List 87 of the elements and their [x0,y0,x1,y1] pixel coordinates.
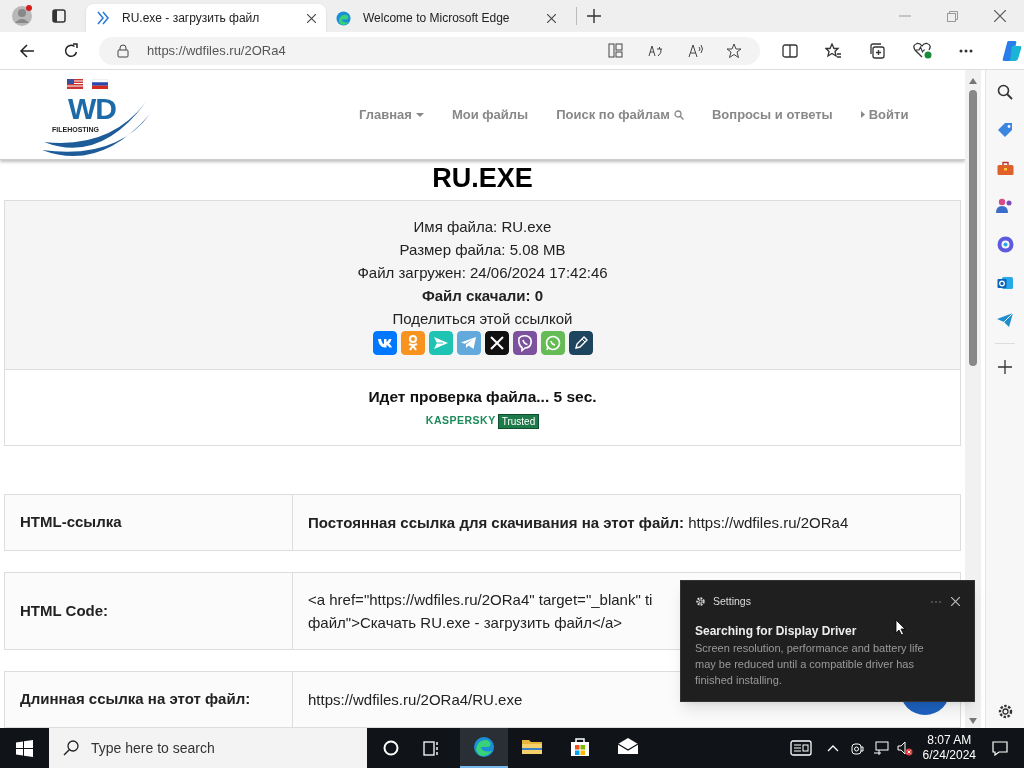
file-info-line: Файл загружен: 24/06/2024 17:42:46 [357,263,608,283]
nav-link[interactable]: Поиск по файлам [556,104,684,125]
ring-icon[interactable] [996,236,1014,253]
back-icon[interactable] [19,42,35,59]
download-count: Файл скачали: 0 [421,286,544,306]
camera-icon[interactable] [850,740,864,756]
pencil-share-button[interactable] [568,331,593,355]
notification-title: Searching for Display Driver [695,622,857,640]
nav-link[interactable]: Войти [860,104,909,125]
shopping-bag-icon [568,735,592,759]
favorite-star-icon[interactable] [726,42,742,59]
address-bar[interactable]: https://wdfiles.ru/2ORa4 [98,36,760,65]
copilot-icon[interactable] [1000,38,1024,63]
cortana-icon[interactable] [383,740,399,756]
flag-ru-icon[interactable] [92,79,108,89]
url-text: https://wdfiles.ru/2ORa4 [146,41,286,60]
search-icon [63,740,79,756]
search-icon[interactable] [997,84,1013,100]
x-share-button[interactable] [484,331,509,355]
nav-link[interactable]: Вопросы и ответы [711,104,833,125]
settings-icon[interactable] [996,703,1014,720]
volume-muted-icon[interactable] [896,740,913,756]
link-label: HTML Code: [20,600,109,621]
link-value: https://wdfiles.ru/2ORa4/RU.exe [308,690,523,710]
file-info-line: Имя файла: RU.exe [413,217,552,237]
browser-tab[interactable]: Welcome to Microsoft Edge [326,4,566,32]
scroll-down-icon[interactable] [969,718,977,724]
file-info-line: Размер файла: 5.08 MB [399,240,566,260]
lock-icon[interactable] [116,43,129,58]
split-screen-icon[interactable] [782,42,798,59]
chevron-up-icon[interactable] [826,744,839,752]
heart-pulse-icon[interactable] [913,42,932,59]
close-icon[interactable] [951,597,960,607]
notification-app-name: Settings [713,594,751,609]
link-value: Постоянная ссылка для скачивания на этот файл: https://wdfiles.ru/2ORa4 [308,513,849,533]
refresh-icon[interactable] [62,42,79,59]
link-label: HTML-ссылка [20,512,122,533]
close-icon[interactable] [547,13,556,23]
close-icon[interactable] [307,13,316,23]
taskbar-app-button[interactable] [460,728,508,768]
briefcase-icon[interactable] [996,161,1014,176]
collections-icon[interactable] [869,42,886,59]
task-view-icon[interactable] [423,740,440,756]
network-icon[interactable] [872,740,889,756]
search-icon [673,109,684,120]
mouse-cursor-icon [895,619,906,636]
close-icon[interactable] [994,10,1006,22]
browser-logo-icon [472,735,496,759]
flag-us-icon[interactable] [67,79,83,89]
check-status-text: Идет проверка файла... 5 sec. [368,387,597,407]
trusted-badge: KASPERSKY Trusted [425,413,540,429]
link-label: Длинная ссылка на этот файл: [20,689,251,710]
share-label: Поделиться этой ссылкой [392,309,573,329]
clock[interactable]: 8:07 AM 6/24/2024 [922,733,976,763]
scrollbar-thumb[interactable] [969,90,977,366]
chevrons-icon [96,11,110,25]
add-icon[interactable] [998,360,1012,374]
code-line: <a href="https://wdfiles.ru/2ORa4" target="_blank" ti [308,590,653,610]
browser-logo-icon [336,10,351,26]
taskbar-search-field[interactable]: Type here to search [49,728,367,768]
caret-icon [415,112,424,117]
file-title: RU.EXE [431,162,534,195]
new-tab-icon[interactable] [587,9,601,23]
nav-link[interactable]: Мои файлы [451,104,529,125]
apps-icon[interactable] [608,43,623,58]
news-icon[interactable] [789,740,812,756]
browser-tab[interactable]: RU.exe - загрузить файл [86,4,326,32]
nav-link[interactable]: Главная [359,104,424,125]
profile-icon[interactable] [11,5,33,27]
tab-actions-icon[interactable] [52,9,66,23]
favorites-icon[interactable] [825,42,842,59]
code-line: файл">Скачать RU.exe - загрузить файл</a> [308,613,622,633]
people-icon[interactable] [996,198,1014,214]
more-icon[interactable] [959,48,973,53]
vk-share-button[interactable] [372,331,397,355]
scroll-up-icon[interactable] [969,78,977,84]
notifications-icon[interactable] [992,740,1008,756]
settings-icon [695,596,706,608]
read-aloud-icon[interactable] [688,43,704,58]
notification-message: Screen resolution, performance and battery life may be reduced until a compatible driver has finished installing. [695,640,925,688]
translate-icon[interactable] [648,43,663,58]
mail-app-icon[interactable] [996,275,1014,291]
tag-icon[interactable] [996,122,1014,139]
caret-icon [860,111,865,118]
send-icon[interactable] [997,313,1013,327]
phone-share-button[interactable] [512,331,537,355]
windows-start-icon[interactable] [16,739,33,757]
